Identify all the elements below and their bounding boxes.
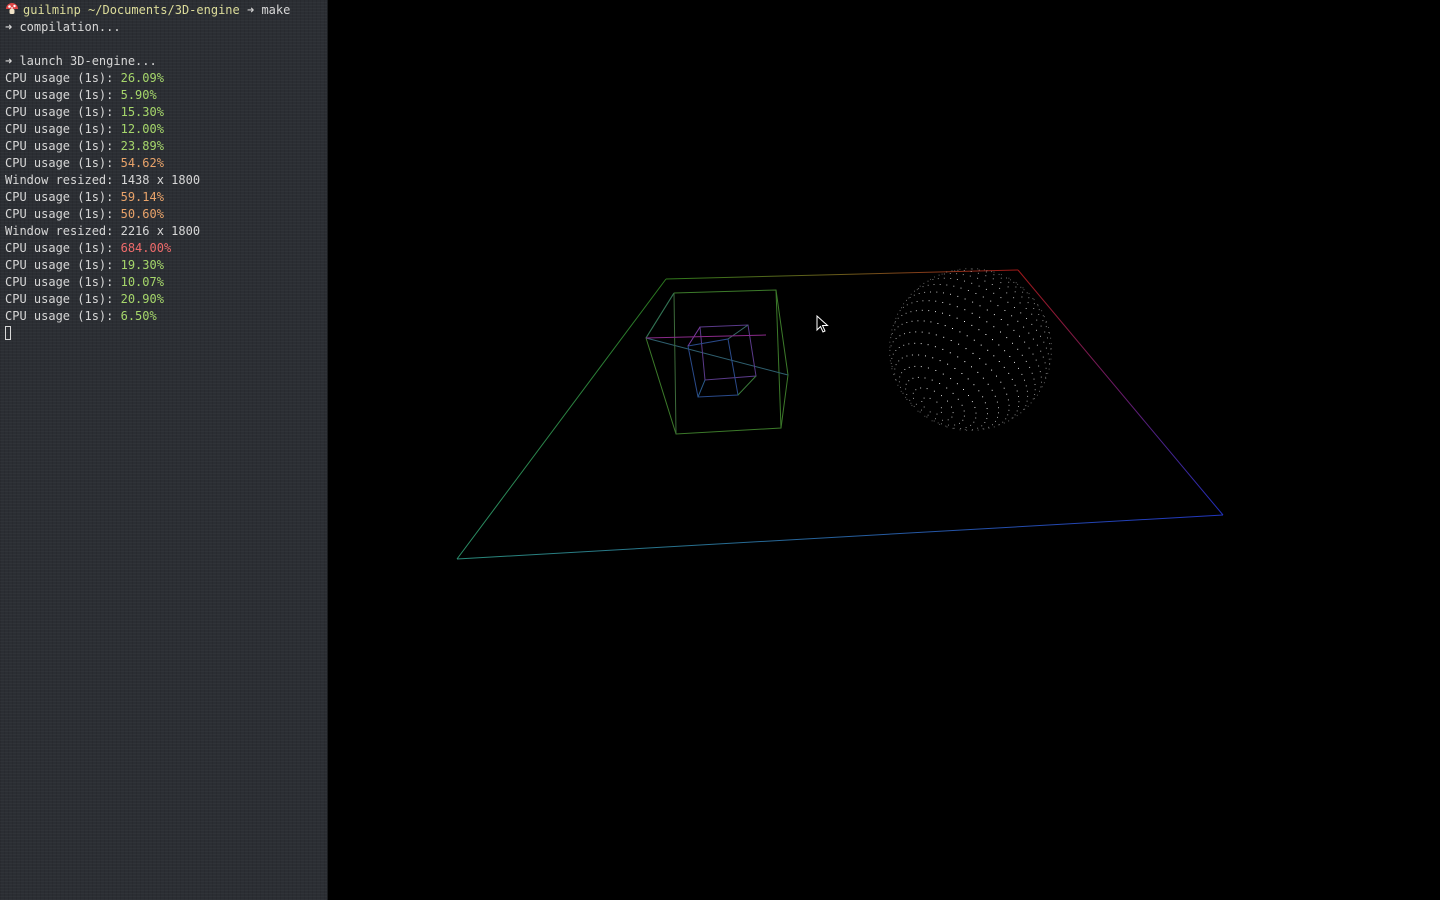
cpu-usage-value: 19.30%: [120, 258, 164, 272]
cpu-usage-value: 54.62%: [120, 156, 164, 170]
prompt-user: guilminp: [23, 3, 81, 17]
cpu-usage-value: 20.90%: [120, 292, 164, 306]
cpu-usage-value: 15.30%: [120, 105, 164, 119]
launch-line: ➜ launch 3D-engine...: [5, 54, 157, 68]
prompt-path: ~/Documents/3D-engine: [88, 3, 240, 17]
cpu-usage-line: CPU usage (1s): 15.30%: [5, 104, 325, 121]
mouse-pointer-icon: [816, 315, 829, 333]
3d-viewport[interactable]: [328, 0, 1440, 900]
cpu-usage-label: CPU usage (1s):: [5, 207, 121, 221]
cpu-usage-line: CPU usage (1s): 26.09%: [5, 70, 325, 87]
cpu-usage-line: CPU usage (1s): 684.00%: [5, 240, 325, 257]
cpu-usage-line: CPU usage (1s): 10.07%: [5, 274, 325, 291]
window-resized-line: Window resized: 1438 x 1800: [5, 172, 325, 189]
cpu-usage-label: CPU usage (1s):: [5, 241, 121, 255]
cube-inner-wireframe: [645, 324, 767, 398]
cpu-usage-value: 23.89%: [120, 139, 164, 153]
mushroom-icon: [6, 3, 18, 14]
cpu-usage-value: 26.09%: [120, 71, 164, 85]
window-resized-value: 2216 x 1800: [120, 224, 201, 238]
cpu-usage-line: CPU usage (1s): 5.90%: [5, 87, 325, 104]
cpu-usage-line: CPU usage (1s): 23.89%: [5, 138, 325, 155]
cpu-usage-label: CPU usage (1s):: [5, 309, 121, 323]
terminal-window[interactable]: guilminp ~/Documents/3D-engine ➜ make ➜ …: [0, 0, 328, 900]
cpu-usage-line: CPU usage (1s): 6.50%: [5, 308, 325, 325]
cpu-usage-label: CPU usage (1s):: [5, 275, 121, 289]
plane-wireframe: [456, 269, 1224, 560]
prompt-line: guilminp ~/Documents/3D-engine ➜ make: [5, 2, 325, 19]
cpu-usage-value: 10.07%: [120, 275, 164, 289]
prompt-arrow: ➜: [246, 3, 255, 17]
cpu-usage-value: 684.00%: [120, 241, 172, 255]
cpu-usage-label: CPU usage (1s):: [5, 122, 121, 136]
cube-outer-wireframe: [645, 289, 789, 435]
cursor-line: [5, 325, 325, 342]
cpu-usage-value: 5.90%: [120, 88, 157, 102]
log-lines: CPU usage (1s): 26.09% CPU usage (1s): 5.…: [5, 70, 325, 325]
scene-canvas[interactable]: [328, 0, 1440, 900]
cpu-usage-value: 59.14%: [120, 190, 164, 204]
cpu-usage-line: CPU usage (1s): 20.90%: [5, 291, 325, 308]
cpu-usage-label: CPU usage (1s):: [5, 139, 121, 153]
window-resized-label: Window resized:: [5, 224, 121, 238]
cpu-usage-label: CPU usage (1s):: [5, 190, 121, 204]
cpu-usage-line: CPU usage (1s): 19.30%: [5, 257, 325, 274]
cpu-usage-value: 12.00%: [120, 122, 164, 136]
cpu-usage-label: CPU usage (1s):: [5, 292, 121, 306]
prompt-command: make: [261, 3, 291, 17]
terminal-output: guilminp ~/Documents/3D-engine ➜ make ➜ …: [5, 2, 325, 342]
cpu-usage-line: CPU usage (1s): 12.00%: [5, 121, 325, 138]
window-resized-label: Window resized:: [5, 173, 121, 187]
cpu-usage-label: CPU usage (1s):: [5, 258, 121, 272]
compilation-line: ➜ compilation...: [5, 20, 121, 34]
window-resized-line: Window resized: 2216 x 1800: [5, 223, 325, 240]
sphere-point-cloud: [889, 268, 1052, 431]
cpu-usage-label: CPU usage (1s):: [5, 105, 121, 119]
cpu-usage-line: CPU usage (1s): 54.62%: [5, 155, 325, 172]
window-resized-value: 1438 x 1800: [120, 173, 201, 187]
cpu-usage-value: 6.50%: [120, 309, 157, 323]
cpu-usage-label: CPU usage (1s):: [5, 88, 121, 102]
cpu-usage-label: CPU usage (1s):: [5, 71, 121, 85]
cpu-usage-value: 50.60%: [120, 207, 164, 221]
cpu-usage-label: CPU usage (1s):: [5, 156, 121, 170]
cpu-usage-line: CPU usage (1s): 59.14%: [5, 189, 325, 206]
terminal-cursor: [5, 326, 11, 340]
cpu-usage-line: CPU usage (1s): 50.60%: [5, 206, 325, 223]
